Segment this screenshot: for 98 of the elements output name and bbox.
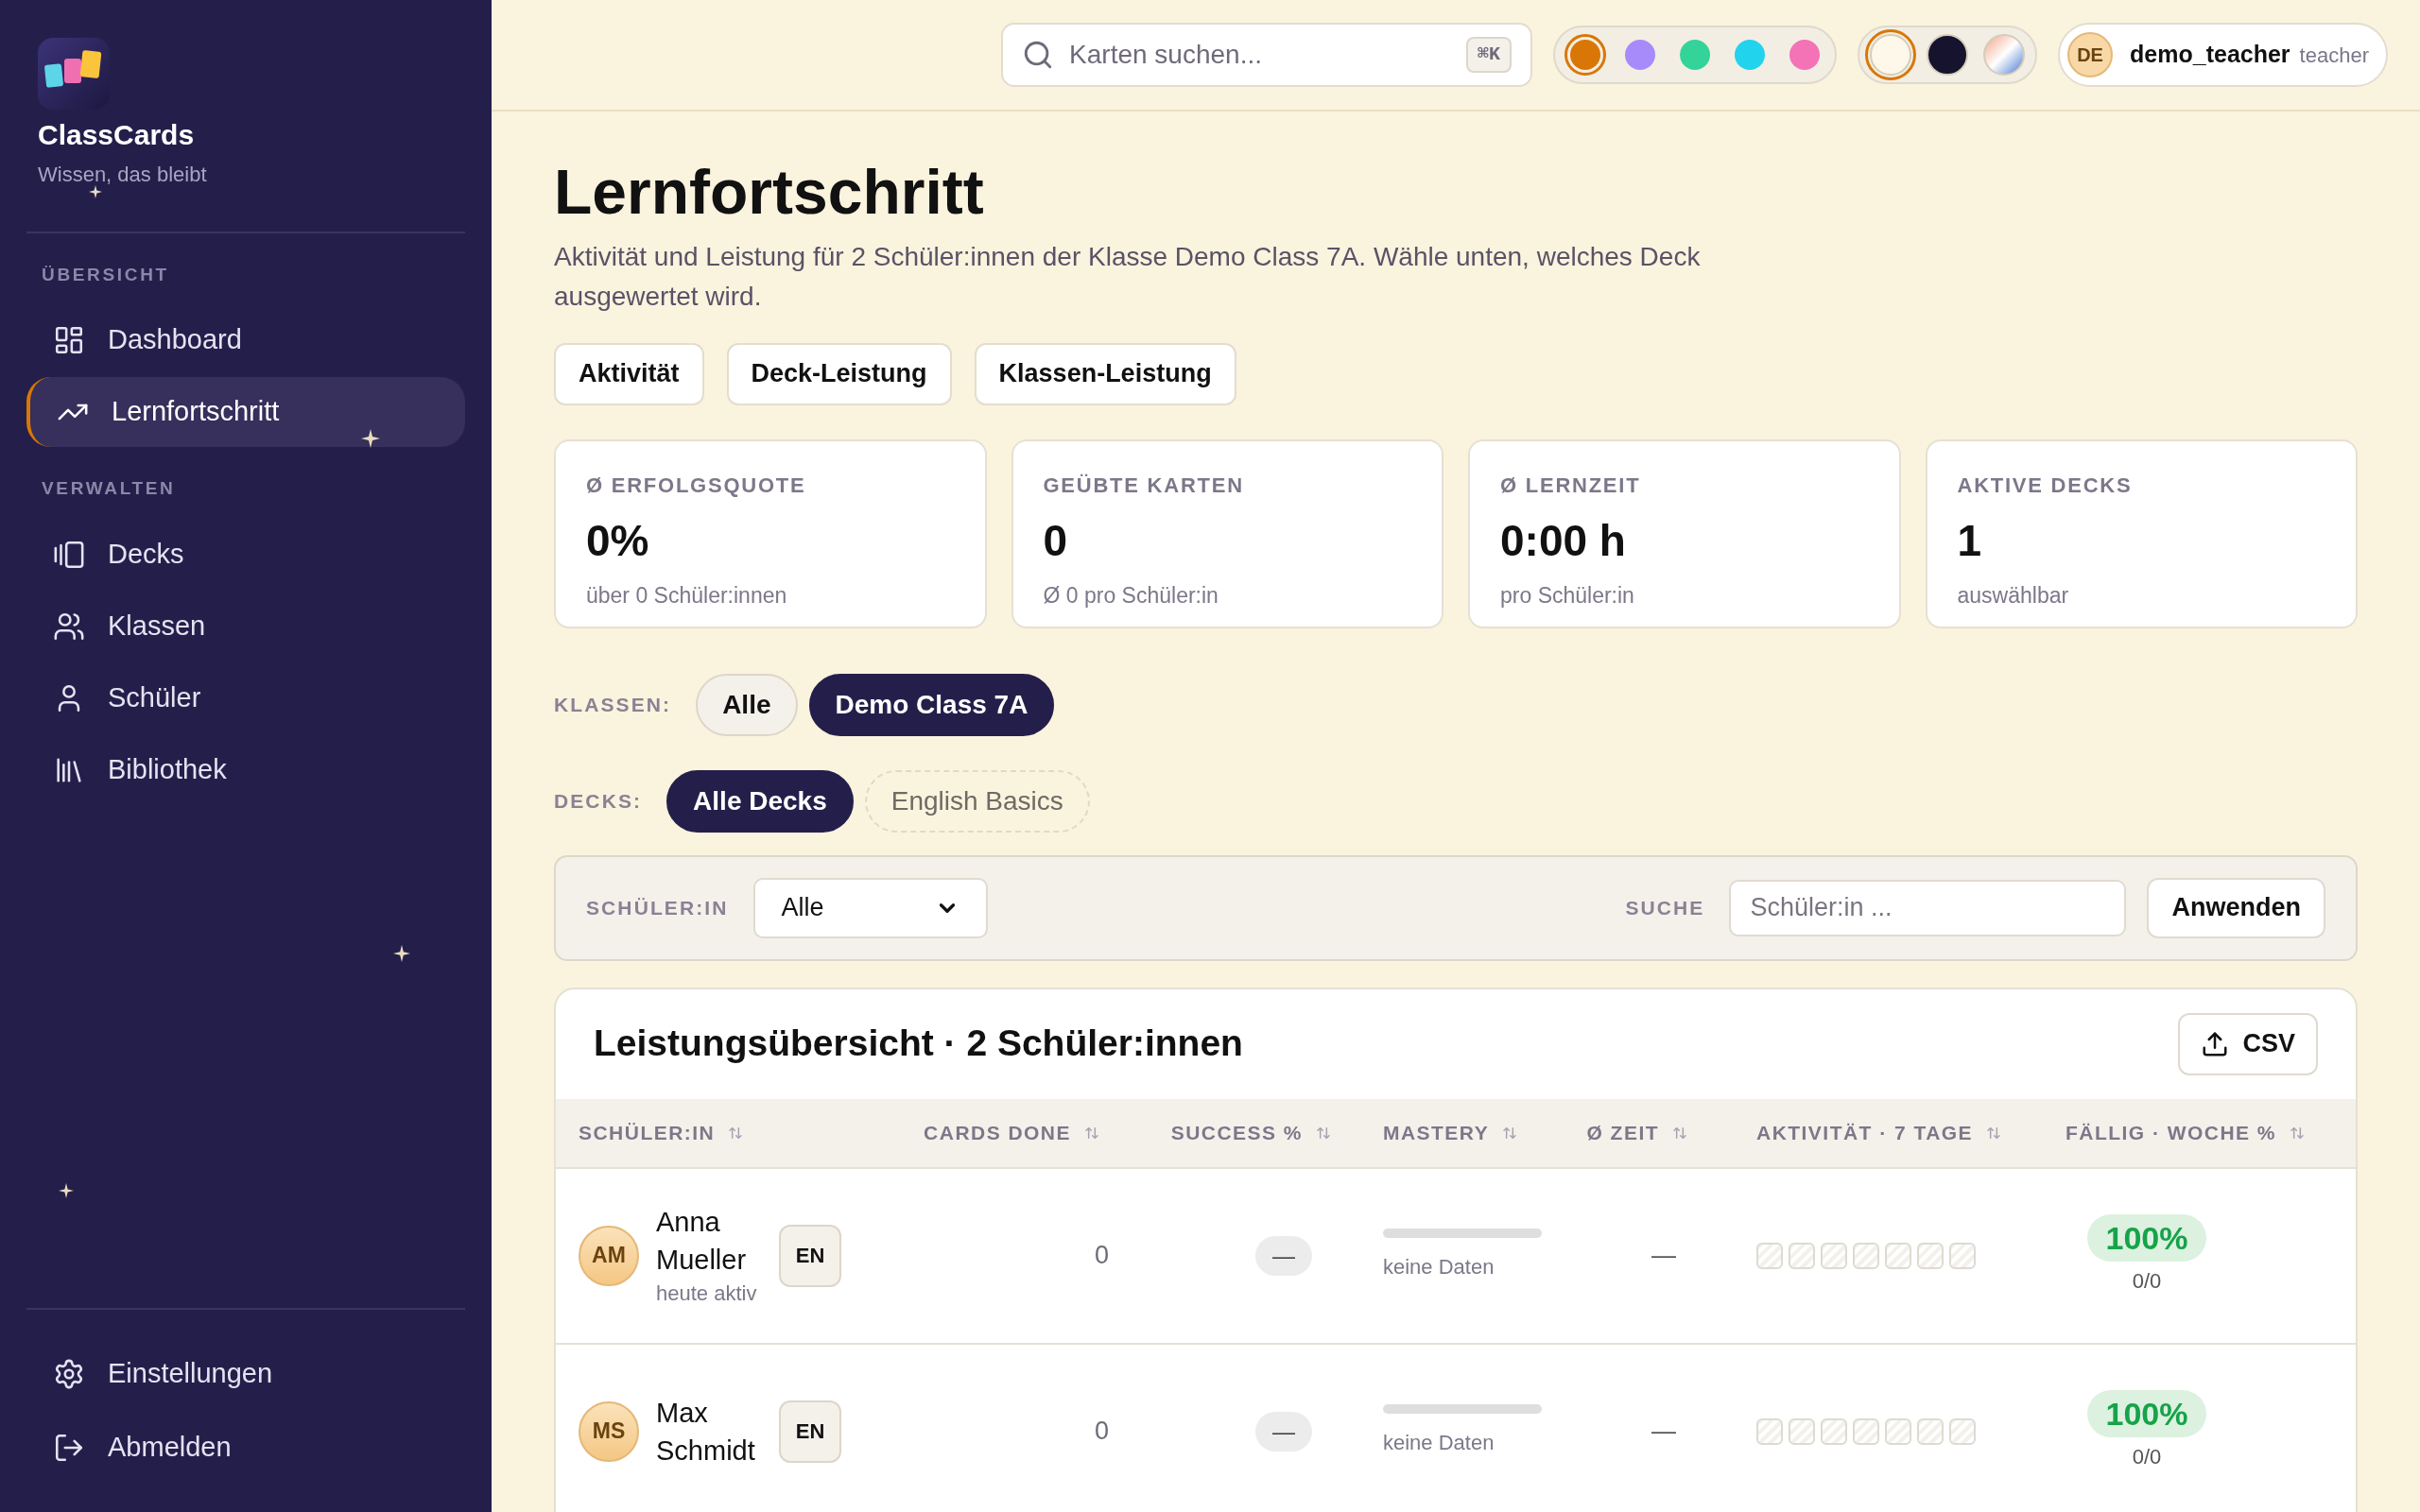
student-name: Anna Mueller: [656, 1205, 748, 1277]
stat-note: Ø 0 pro Schüler:in: [1043, 581, 1219, 610]
column-header[interactable]: MASTERY: [1383, 1117, 1490, 1148]
color-swatch[interactable]: [1680, 40, 1711, 70]
search-field[interactable]: Karten suchen... ⌘K: [1001, 23, 1533, 87]
color-swatch[interactable]: [1789, 40, 1821, 70]
due-count: 0/0: [2132, 1268, 2162, 1295]
color-swatch[interactable]: [1570, 40, 1601, 70]
sparkle-icon: [393, 945, 410, 962]
success-rate: —: [1255, 1411, 1312, 1452]
student-select[interactable]: Alle: [752, 877, 988, 938]
nav-item[interactable]: Decks: [26, 519, 465, 590]
table-title: Leistungsübersicht · 2 Schüler:innen: [594, 1022, 1243, 1066]
student-avatar: AM: [579, 1225, 639, 1286]
brand-tagline: Wissen, das bleibt: [38, 161, 208, 188]
column-header[interactable]: CARDS DONE: [924, 1117, 1071, 1148]
column-header[interactable]: SCHÜLER:IN: [579, 1117, 716, 1148]
filter-label: KLASSEN:: [554, 692, 672, 717]
mastery-note: keine Daten: [1383, 1430, 1495, 1456]
sparkle-icon: [361, 429, 380, 448]
section-heading: VERWALTEN: [41, 477, 177, 500]
section-heading: ÜBERSICHT: [41, 263, 170, 286]
stat-label: Ø LERNZEIT: [1500, 472, 1642, 499]
stat-note: pro Schüler:in: [1500, 581, 1635, 610]
stat-value: 0:00 h: [1500, 514, 1627, 567]
cards-done: 0: [1094, 1240, 1109, 1272]
theme-swatch[interactable]: [1870, 34, 1912, 76]
stat-value: 1: [1957, 514, 1983, 567]
stat-note: über 0 Schüler:innen: [586, 581, 788, 610]
apply-button[interactable]: Anwenden: [2147, 877, 2325, 938]
user-name: demo_teacher: [2130, 40, 2290, 70]
nav-item[interactable]: Lernfortschritt: [26, 377, 465, 447]
nav-item[interactable]: Dashboard: [26, 305, 465, 375]
settings-icon: [53, 1358, 85, 1390]
language-tag: EN: [779, 1400, 841, 1463]
report-button[interactable]: Deck-Leistung: [726, 342, 952, 405]
sort-icon: [2290, 1125, 2305, 1141]
sort-icon: [728, 1125, 744, 1141]
nav-item[interactable]: Klassen: [26, 591, 465, 662]
theme-swatch[interactable]: [1927, 34, 1969, 76]
stat-label: AKTIVE DECKS: [1957, 472, 2134, 499]
filter-chip[interactable]: Demo Class 7A: [808, 673, 1055, 736]
sort-icon: [1672, 1125, 1687, 1141]
average-time: —: [1651, 1416, 1676, 1447]
logout-icon: [53, 1432, 85, 1464]
sort-icon: [1502, 1125, 1518, 1141]
average-time: —: [1651, 1240, 1676, 1271]
report-button[interactable]: Aktivität: [554, 342, 704, 405]
sort-icon: [1986, 1125, 2002, 1141]
color-swatch[interactable]: [1625, 40, 1656, 70]
sort-icon: [1316, 1125, 1331, 1141]
column-header[interactable]: AKTIVITÄT · 7 TAGE: [1756, 1117, 1974, 1148]
column-header[interactable]: FÄLLIG · WOCHE %: [2066, 1117, 2276, 1148]
stat-label: GEÜBTE KARTEN: [1043, 472, 1245, 499]
stat-note: auswählbar: [1957, 581, 2070, 610]
export-button[interactable]: CSV: [2178, 1012, 2318, 1075]
success-rate: —: [1255, 1235, 1312, 1276]
cards-done: 0: [1094, 1416, 1109, 1448]
color-swatch[interactable]: [1735, 40, 1766, 70]
search-input[interactable]: Karten suchen...: [1069, 35, 1452, 75]
column-header[interactable]: SUCCESS %: [1170, 1117, 1303, 1148]
nav-item[interactable]: Abmelden: [26, 1412, 465, 1484]
page-title: Lernfortschritt: [554, 156, 985, 229]
student-avatar: MS: [579, 1400, 639, 1462]
language-tag: EN: [779, 1224, 841, 1287]
nav-item[interactable]: Bibliothek: [26, 734, 465, 805]
mastery-note: keine Daten: [1383, 1254, 1495, 1280]
filter-chip[interactable]: Alle Decks: [666, 769, 854, 833]
nav-item[interactable]: Schüler: [26, 662, 465, 733]
report-button[interactable]: Klassen-Leistung: [974, 342, 1236, 405]
sparkle-icon: [59, 1183, 74, 1198]
stat-value: 0: [1043, 514, 1069, 567]
student-status: heute aktiv: [656, 1280, 758, 1307]
student-name: Max Schmidt: [656, 1396, 756, 1468]
user-avatar: DE: [2067, 32, 2114, 77]
column-header[interactable]: Ø ZEIT: [1586, 1117, 1659, 1148]
nav-item[interactable]: Einstellungen: [26, 1338, 465, 1410]
filter-label: DECKS:: [554, 788, 643, 814]
stat-label: Ø ERFOLGSQUOTE: [586, 472, 807, 499]
filter-label: SCHÜLER:IN: [586, 895, 729, 920]
student-search-field[interactable]: Schüler:in ...: [1729, 879, 2127, 936]
due-percent: 100%: [2086, 1214, 2207, 1262]
theme-swatch[interactable]: [1983, 34, 2026, 76]
due-count: 0/0: [2132, 1444, 2162, 1470]
sparkle-icon: [89, 185, 102, 198]
filter-label: SUCHE: [1625, 895, 1705, 920]
user-role: teacher: [2299, 42, 2369, 69]
user-menu[interactable]: DE demo_teacher teacher: [2058, 23, 2388, 87]
filter-chip[interactable]: Alle: [696, 673, 798, 736]
logo-icon: [38, 38, 110, 110]
dashboard-icon: [53, 324, 85, 356]
brand-name: ClassCards: [38, 118, 196, 152]
page-description: Aktivität und Leistung für 2 Schüler:innen der Klasse Demo Class 7A. Wähle unten, welches Deck ausgewertet wird.: [554, 240, 1702, 313]
sort-icon: [1084, 1125, 1099, 1141]
stat-value: 0%: [586, 514, 650, 567]
filter-chip[interactable]: English Basics: [864, 769, 1090, 833]
shortcut-key: ⌘K: [1466, 37, 1512, 73]
due-percent: 100%: [2086, 1390, 2207, 1437]
